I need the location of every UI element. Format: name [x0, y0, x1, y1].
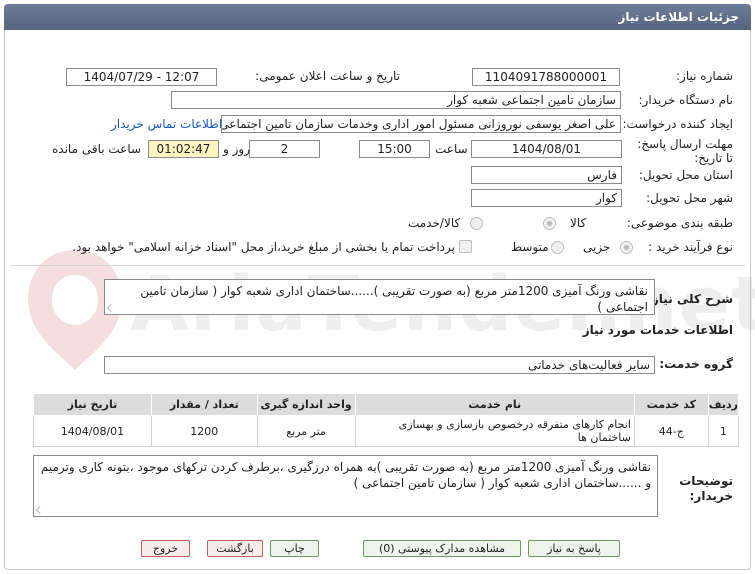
purchase-medium-label: متوسط	[511, 240, 549, 254]
purchase-type-label: نوع فرآیند خرید :	[648, 240, 733, 254]
deadline-label: مهلت ارسال پاسخ: تا تاریخ:	[637, 137, 733, 165]
category-goods-service-label: کالا/خدمت	[408, 216, 461, 230]
summary-label: شرح کلی نیاز:	[647, 292, 733, 306]
treasury-payment-checkbox[interactable]	[459, 240, 472, 253]
divider	[10, 265, 745, 266]
page-title: جزئیات اطلاعات نیاز	[618, 10, 739, 24]
services-table: ردیف کد خدمت نام خدمت واحد اندازه گیری ت…	[33, 393, 740, 447]
table-header-row: ردیف کد خدمت نام خدمت واحد اندازه گیری ت…	[33, 393, 740, 416]
cell-row-number: 1	[707, 415, 740, 447]
creator-field: علی اصغر یوسفی نوروزانی مسئول امور اداری…	[221, 115, 621, 133]
exit-button[interactable]: خروج	[141, 540, 190, 557]
buyer-notes-text: نقاشی ورنگ آمیزی 1200متر مربع (به صورت ت…	[40, 460, 651, 490]
col-header-service-name: نام خدمت	[354, 393, 635, 416]
category-goods-label: کالا	[570, 216, 587, 230]
creator-label: ایجاد کننده درخواست:	[622, 117, 733, 131]
purchase-minor-radio[interactable]	[620, 241, 633, 254]
deadline-time-field: 15:00	[359, 140, 430, 158]
buyer-notes-textarea[interactable]: نقاشی ورنگ آمیزی 1200متر مربع (به صورت ت…	[33, 455, 658, 517]
respond-button[interactable]: پاسخ به نیاز	[528, 540, 620, 557]
resize-grip-icon[interactable]	[36, 506, 44, 514]
province-label: استان محل تحویل:	[638, 168, 733, 182]
remaining-label: ساعت باقی مانده	[52, 142, 142, 156]
service-group-label: گروه خدمت:	[659, 357, 733, 371]
buyer-contact-link[interactable]: اطلاعات تماس خریدار	[111, 117, 222, 131]
print-button[interactable]: چاپ	[270, 540, 319, 557]
cell-need-date: 1404/08/01	[33, 415, 152, 447]
days-label: روز و	[223, 142, 250, 156]
panel-header: جزئیات اطلاعات نیاز	[4, 4, 751, 30]
category-label: طبقه بندی موضوعی:	[626, 216, 733, 230]
province-field: فارس	[471, 166, 622, 184]
city-label: شهر محل تحویل:	[646, 191, 733, 205]
cell-service-name: انجام کارهای متفرقه درخصوص بازسازی و بهس…	[354, 415, 635, 447]
buyer-notes-label: توضیحات خریدار:	[679, 474, 733, 503]
buyer-org-label: نام دستگاه خریدار:	[638, 93, 734, 107]
need-number-label: شماره نیاز:	[676, 69, 733, 83]
remaining-time-field: 01:02:47	[148, 140, 219, 158]
services-section-title: اطلاعات خدمات مورد نیاز	[582, 323, 733, 337]
col-header-need-date: تاریخ نیاز	[33, 393, 152, 416]
treasury-payment-note: پرداخت تمام یا بخشی از مبلغ خرید،از محل …	[72, 240, 455, 254]
category-goods-radio[interactable]	[543, 217, 556, 230]
col-header-quantity: تعداد / مقدار	[150, 393, 258, 416]
buyer-org-field: سازمان تامین اجتماعی شعبه کوار	[171, 91, 621, 109]
back-button[interactable]: بازگشت	[207, 540, 263, 557]
service-group-field: سایر فعالیت‌های خدماتی	[104, 356, 655, 374]
need-number-field: 1104091788000001	[472, 68, 620, 86]
announce-field: 1404/07/29 - 12:07	[66, 68, 217, 86]
col-header-row-number: ردیف	[707, 393, 740, 416]
col-header-service-code: کد خدمت	[633, 393, 709, 416]
resize-grip-icon[interactable]	[107, 304, 115, 312]
city-field: کوار	[471, 189, 622, 207]
category-goods-service-radio[interactable]	[470, 217, 483, 230]
summary-text: نقاشی ورنگ آمیزی 1200متر مربع (به صورت ت…	[140, 284, 648, 314]
col-header-unit: واحد اندازه گیری	[256, 393, 356, 416]
deadline-date-field: 1404/08/01	[471, 140, 622, 158]
purchase-minor-label: جزیی	[583, 240, 611, 254]
purchase-medium-radio[interactable]	[551, 241, 564, 254]
attachments-button[interactable]: مشاهده مدارک پیوستی (0)	[363, 540, 521, 557]
cell-service-code: ج-44	[633, 415, 709, 447]
cell-quantity: 1200	[150, 415, 258, 447]
summary-textarea[interactable]: نقاشی ورنگ آمیزی 1200متر مربع (به صورت ت…	[104, 279, 655, 315]
announce-label: تاریخ و ساعت اعلان عمومی:	[255, 69, 400, 83]
cell-unit: متر مربع	[256, 415, 356, 447]
table-row: 1 ج-44 انجام کارهای متفرقه درخصوص بازساز…	[33, 415, 740, 447]
time-label: ساعت	[435, 142, 468, 156]
days-field: 2	[249, 140, 320, 158]
